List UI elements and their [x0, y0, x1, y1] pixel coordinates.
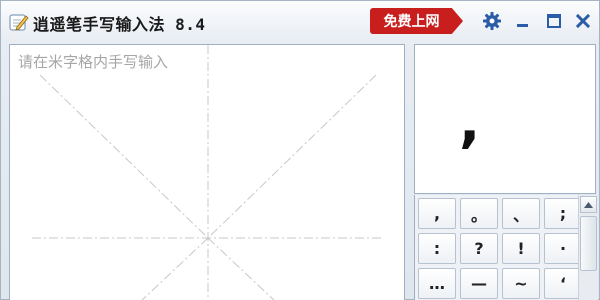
mi-grid	[32, 45, 384, 300]
candidate-10[interactable]: —	[460, 268, 498, 299]
candidate-2[interactable]: 。	[460, 198, 498, 229]
candidate-4[interactable]: ;	[544, 198, 582, 229]
window-title: 逍遥笔手写输入法 8.4	[33, 15, 206, 34]
minimize-icon[interactable]	[512, 10, 534, 32]
title-bar[interactable]: 逍遥笔手写输入法 8.4 免费上网	[1, 1, 599, 41]
candidate-1[interactable]: ,	[418, 198, 456, 229]
candidate-grid: , 。 、 ; : ? ! · … — ~ ‘	[414, 195, 582, 300]
candidate-7[interactable]: !	[502, 233, 540, 264]
recognition-preview: ,	[414, 44, 596, 194]
candidate-5[interactable]: :	[418, 233, 456, 264]
candidate-3[interactable]: 、	[502, 198, 540, 229]
candidate-9[interactable]: …	[418, 268, 456, 299]
app-window: 逍遥笔手写输入法 8.4 免费上网 请在米字格内手写输入 , , 。 、 ;:…	[0, 0, 600, 300]
maximize-icon[interactable]	[543, 10, 565, 32]
pen-icon	[9, 12, 29, 32]
candidate-11[interactable]: ~	[502, 268, 540, 299]
handwriting-canvas[interactable]: 请在米字格内手写输入	[9, 44, 405, 300]
gear-icon[interactable]	[481, 10, 503, 32]
candidate-12[interactable]: ‘	[544, 268, 582, 299]
scroll-thumb[interactable]	[580, 216, 597, 271]
candidate-scrollbar[interactable]	[578, 195, 598, 300]
candidate-6[interactable]: ?	[460, 233, 498, 264]
candidate-8[interactable]: ·	[544, 233, 582, 264]
close-icon[interactable]	[572, 10, 594, 32]
scroll-up-arrow-icon[interactable]	[580, 196, 597, 213]
free-internet-button[interactable]: 免费上网	[370, 8, 463, 34]
canvas-placeholder: 请在米字格内手写输入	[18, 53, 169, 71]
preview-character: ,	[459, 90, 481, 155]
